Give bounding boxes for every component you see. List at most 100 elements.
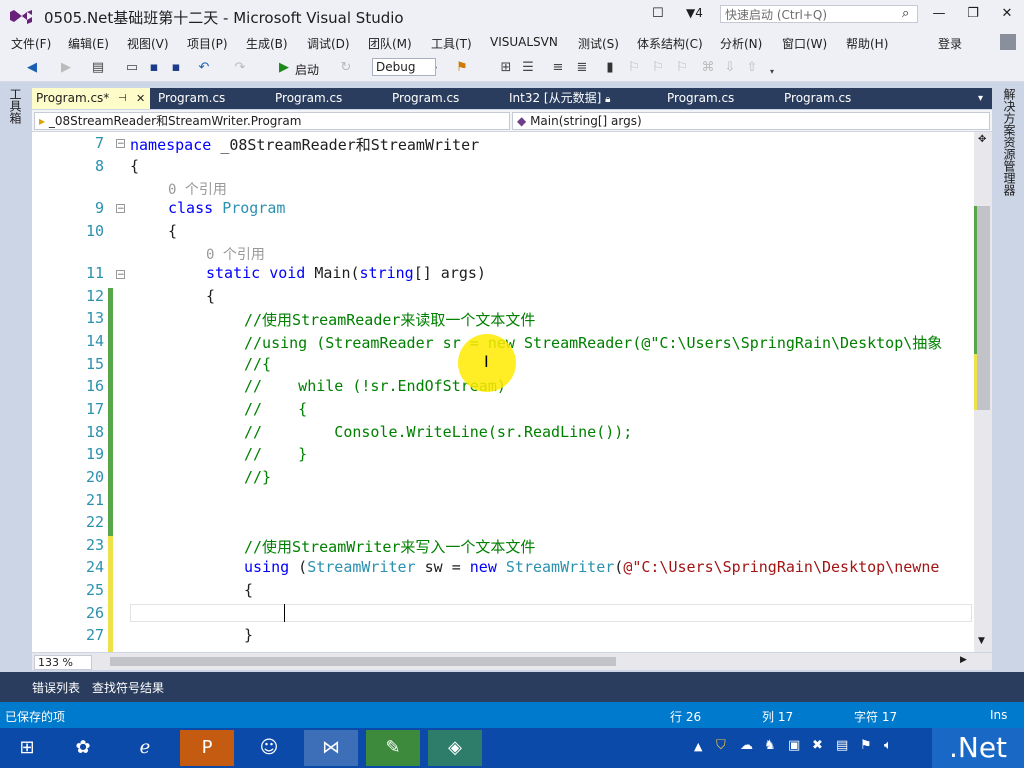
refresh-icon[interactable]: ↻ — [338, 60, 354, 76]
menu-tools[interactable]: 工具(T) — [431, 35, 472, 52]
toolbar-overflow-icon[interactable]: ▾ — [764, 64, 780, 80]
menu-analyze[interactable]: 分析(N) — [720, 35, 762, 52]
menu-project[interactable]: 项目(P) — [187, 35, 228, 52]
tray-icon[interactable]: ✖ — [812, 738, 823, 753]
comment-icon[interactable]: ≡ — [550, 60, 566, 76]
line-number: 27 — [85, 626, 104, 644]
fold-toggle-icon[interactable]: − — [116, 139, 125, 149]
solution-explorer-icon[interactable]: ⊞ — [498, 60, 514, 76]
horizontal-scrollbar[interactable]: ▶ — [32, 653, 992, 670]
menu-architecture[interactable]: 体系结构(C) — [637, 35, 703, 52]
tab-program-cs[interactable]: Program.cs — [158, 88, 225, 109]
redo-icon[interactable]: ↷ — [232, 60, 248, 76]
tray-icon[interactable]: ☁ — [740, 738, 753, 753]
saved-changes-bar — [108, 288, 113, 536]
type-selector[interactable]: ▸ _08StreamReader和StreamWriter.Program — [34, 112, 510, 130]
tab-label: Program.cs* — [36, 91, 110, 105]
member-selector[interactable]: ◆ Main(string[] args) — [512, 112, 990, 130]
users-icon[interactable]: ☺ — [242, 730, 296, 766]
scrollbar-thumb[interactable] — [976, 206, 990, 410]
tray-qq-icon[interactable]: ♞ — [764, 738, 776, 753]
minimize-button[interactable]: — — [926, 6, 952, 24]
tab-program-cs[interactable]: Program.cs — [667, 88, 734, 109]
tab-program-cs[interactable]: Program.cs — [784, 88, 851, 109]
maximize-button[interactable]: ❐ — [960, 6, 986, 24]
clear-bookmark-icon[interactable]: ⚐ — [674, 60, 690, 76]
save-all-icon[interactable]: ▪ — [168, 60, 184, 76]
feedback-icon[interactable]: ☐ — [652, 6, 664, 21]
start-button[interactable]: 启动 — [295, 61, 319, 78]
scrollbar-thumb[interactable] — [110, 657, 616, 666]
start-windows-icon[interactable]: ⊞ — [0, 730, 54, 766]
next-bookmark-icon[interactable]: ⚐ — [650, 60, 666, 76]
internet-explorer-icon[interactable]: ℯ — [118, 730, 172, 766]
tray-icon[interactable]: ▤ — [836, 738, 848, 753]
menu-view[interactable]: 视图(V) — [127, 35, 169, 52]
back-icon[interactable]: ◀ — [24, 60, 40, 76]
prev-bookmark-icon[interactable]: ⚐ — [626, 60, 642, 76]
pin-icon[interactable]: ⊣ — [118, 88, 127, 109]
search-icon[interactable]: ⌕ — [902, 6, 909, 21]
tab-find-symbol-results[interactable]: 查找符号结果 — [92, 679, 164, 696]
tab-int32-metadata[interactable]: Int32 [从元数据] 🔒︎ — [509, 88, 610, 109]
account-icon[interactable] — [1000, 34, 1016, 50]
menu-help[interactable]: 帮助(H) — [846, 35, 888, 52]
menu-visualsvn[interactable]: VISUALSVN — [490, 35, 558, 49]
zoom-select[interactable]: 133 % — [34, 655, 92, 670]
tab-error-list[interactable]: 错误列表 — [32, 679, 80, 696]
volume-icon[interactable]: 🔈︎ — [884, 738, 892, 753]
tray-flag-icon[interactable]: ⚑ — [860, 738, 872, 753]
split-icon[interactable]: ✥ — [978, 134, 986, 145]
notepad-icon[interactable]: ✎ — [366, 730, 420, 766]
configuration-select[interactable]: Debug — [372, 58, 436, 76]
scroll-right-icon[interactable]: ▶ — [960, 655, 967, 665]
new-project-icon[interactable]: ▤ — [90, 60, 106, 76]
quick-launch-input[interactable]: 快速启动 (Ctrl+Q) — [720, 5, 918, 23]
menu-file[interactable]: 文件(F) — [11, 35, 51, 52]
tab-program-cs[interactable]: Program.cs — [275, 88, 342, 109]
login-link[interactable]: 登录 — [938, 35, 962, 52]
line-number: 24 — [85, 558, 104, 576]
tray-shield-icon[interactable]: ⛉ — [716, 738, 726, 753]
menu-debug[interactable]: 调试(D) — [307, 35, 350, 52]
step-up-icon[interactable]: ⇧ — [744, 60, 760, 76]
powerpoint-icon[interactable]: P — [180, 730, 234, 766]
attach-icon[interactable]: ⌘ — [700, 60, 716, 76]
code-editor[interactable]: − − − 7 namespace _08StreamReader和Stream… — [32, 132, 992, 652]
menu-test[interactable]: 测试(S) — [578, 35, 619, 52]
find-icon[interactable]: ⚑ — [454, 60, 470, 76]
scroll-down-icon[interactable]: ▼ — [978, 636, 985, 646]
close-button[interactable]: ✕ — [994, 6, 1020, 24]
toolbox-tab[interactable]: 工具箱 — [7, 88, 24, 124]
fold-toggle-icon[interactable]: − — [116, 270, 125, 280]
solution-explorer-tab[interactable]: 解决方案资源管理器 — [1001, 88, 1018, 196]
start-icon[interactable]: ▶ — [276, 60, 292, 76]
menu-edit[interactable]: 编辑(E) — [68, 35, 109, 52]
reference-count-hint[interactable]: 0 个引用 — [206, 244, 265, 264]
notifications[interactable]: ▼4 — [686, 6, 703, 20]
vertical-scrollbar[interactable]: ✥ ▼ — [974, 132, 992, 652]
step-down-icon[interactable]: ⇩ — [722, 60, 738, 76]
visual-studio-taskbar-icon[interactable]: ⋈ — [304, 730, 358, 766]
tab-program-cs-active[interactable]: Program.cs* ⊣ ✕ — [32, 88, 150, 109]
tab-program-cs[interactable]: Program.cs — [392, 88, 459, 109]
tray-icon[interactable]: ▣ — [788, 738, 800, 753]
line-number: 15 — [85, 355, 104, 373]
undo-icon[interactable]: ↶ — [196, 60, 212, 76]
bookmark-icon[interactable]: ▮ — [602, 60, 618, 76]
open-file-icon[interactable]: ▭ — [124, 60, 140, 76]
app-pinwheel-icon[interactable]: ✿ — [56, 730, 110, 766]
close-tab-icon[interactable]: ✕ — [136, 88, 145, 109]
uncomment-icon[interactable]: ≣ — [574, 60, 590, 76]
fold-toggle-icon[interactable]: − — [116, 204, 125, 214]
app-icon[interactable]: ◈ — [428, 730, 482, 766]
save-icon[interactable]: ▪ — [146, 60, 162, 76]
menu-window[interactable]: 窗口(W) — [782, 35, 827, 52]
forward-icon[interactable]: ▶ — [58, 60, 74, 76]
menu-build[interactable]: 生成(B) — [246, 35, 288, 52]
properties-icon[interactable]: ☰ — [520, 60, 536, 76]
reference-count-hint[interactable]: 0 个引用 — [168, 179, 227, 199]
tray-expand-icon[interactable]: ▲ — [694, 740, 702, 753]
menu-team[interactable]: 团队(M) — [368, 35, 412, 52]
tab-overflow-icon[interactable]: ▾ — [978, 88, 983, 109]
